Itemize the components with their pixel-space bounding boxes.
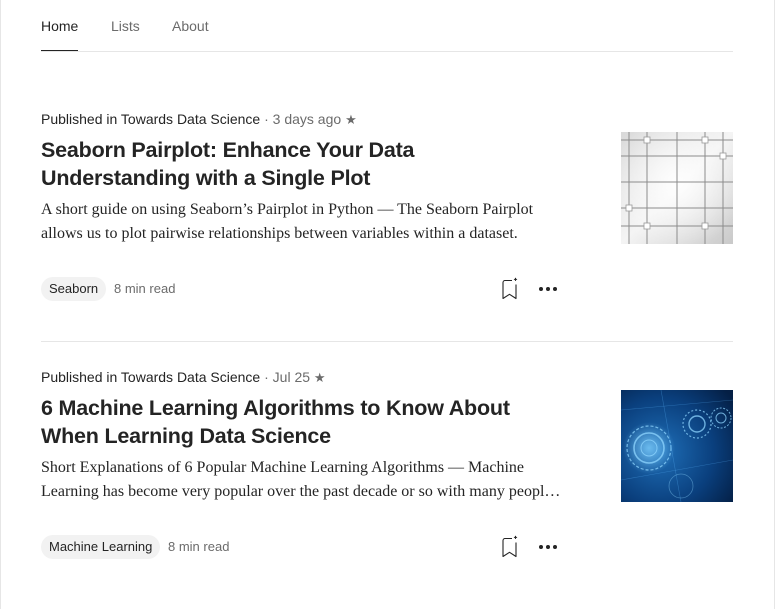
tab-lists[interactable]: Lists	[111, 17, 140, 35]
more-options-icon[interactable]	[536, 277, 560, 301]
left-frame-border	[0, 0, 1, 609]
article-snippet[interactable]: Short Explanations of 6 Popular Machine …	[41, 456, 561, 504]
publish-date: Jul 25	[272, 369, 311, 385]
publication-link[interactable]: Towards Data Science	[121, 369, 260, 385]
publication-link[interactable]: Towards Data Science	[121, 111, 260, 127]
publish-date: 3 days ago	[272, 111, 342, 127]
article-thumbnail[interactable]	[621, 390, 733, 502]
article-title[interactable]: 6 Machine Learning Algorithms to Know Ab…	[41, 394, 561, 450]
tab-home[interactable]: Home	[41, 17, 79, 51]
more-options-icon[interactable]	[536, 535, 560, 559]
article-title[interactable]: Seaborn Pairplot: Enhance Your Data Unde…	[41, 136, 561, 192]
article-divider	[41, 341, 733, 342]
member-only-star-icon: ★	[313, 370, 326, 385]
article-footer: Machine Learning 8 min read	[41, 535, 561, 559]
right-frame-border	[774, 0, 775, 609]
meta-separator: ·	[264, 111, 269, 127]
meta-separator: ·	[264, 369, 269, 385]
member-only-star-icon: ★	[345, 112, 357, 127]
topic-tag[interactable]: Machine Learning	[41, 535, 161, 559]
article-snippet[interactable]: A short guide on using Seaborn’s Pairplo…	[41, 198, 561, 246]
bookmark-add-icon[interactable]	[498, 277, 522, 301]
published-in-label: Published in	[41, 369, 118, 385]
tab-about[interactable]: About	[172, 17, 209, 35]
article-thumbnail[interactable]	[621, 132, 733, 244]
grid-tiles-image	[621, 132, 733, 244]
blue-circles-image	[621, 390, 733, 502]
published-in-label: Published in	[41, 111, 118, 127]
article-meta: Published in Towards Data Science · 3 da…	[41, 110, 357, 129]
article-meta: Published in Towards Data Science · Jul …	[41, 368, 326, 387]
article-footer: Seaborn 8 min read	[41, 277, 561, 301]
profile-tabs: Home Lists About	[41, 0, 733, 52]
topic-tag[interactable]: Seaborn	[41, 277, 107, 301]
read-time: 8 min read	[168, 539, 230, 554]
read-time: 8 min read	[114, 281, 176, 296]
bookmark-add-icon[interactable]	[498, 535, 522, 559]
article-card: Published in Towards Data Science · 3 da…	[41, 110, 733, 310]
article-card: Published in Towards Data Science · Jul …	[41, 368, 733, 568]
